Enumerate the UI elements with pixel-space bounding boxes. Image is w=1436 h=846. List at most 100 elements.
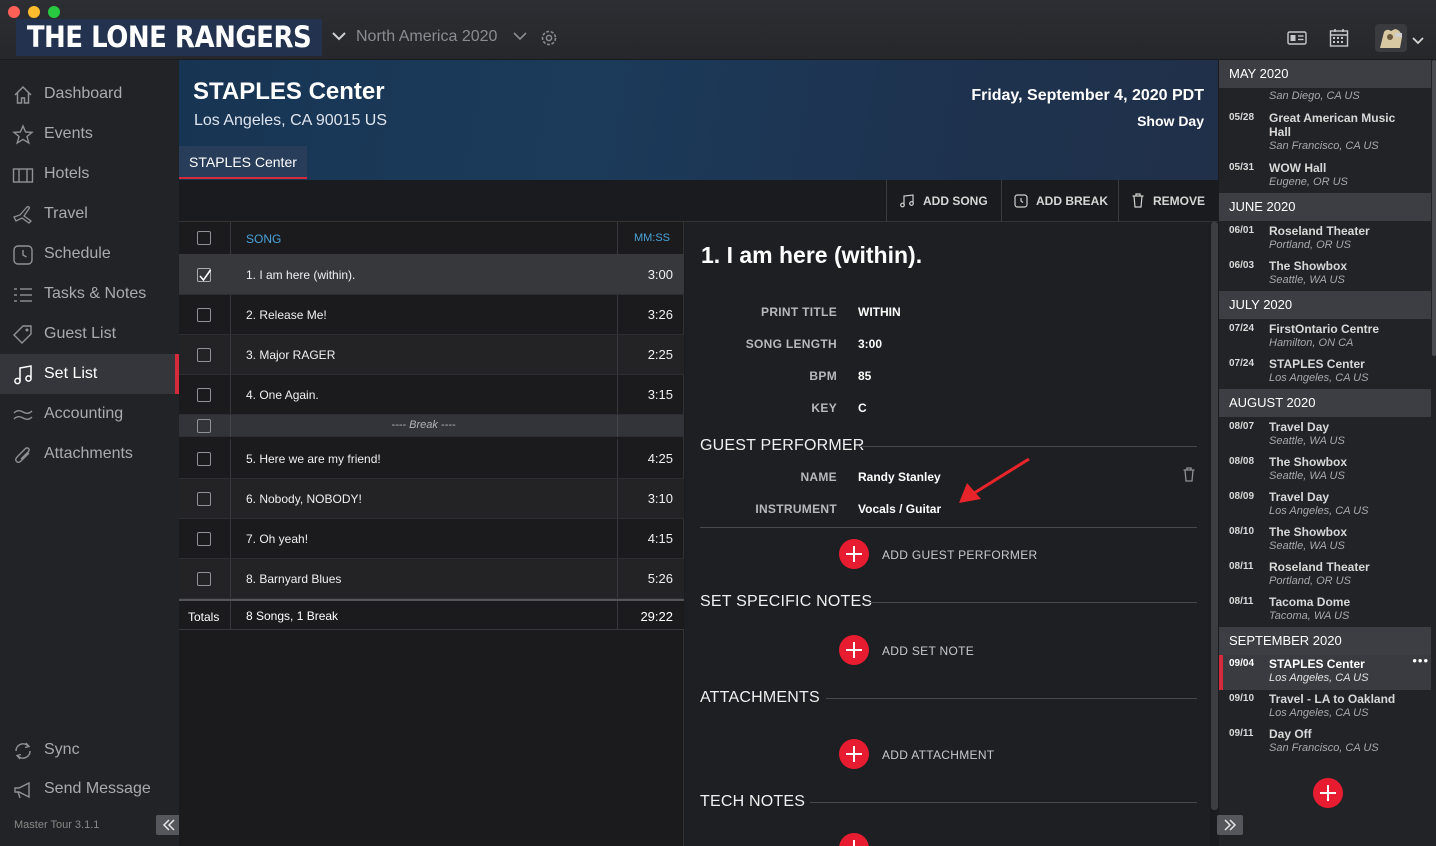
sidebar-item-accounting[interactable]: Accounting (0, 394, 179, 434)
trash-icon[interactable] (1182, 467, 1196, 482)
bpm-value[interactable]: 85 (858, 369, 871, 383)
list-item[interactable]: 05/28 Great American Music Hall San Fran… (1219, 109, 1431, 156)
sidebar-item-events[interactable]: Events (0, 114, 179, 154)
add-set-note-label[interactable]: ADD SET NOTE (882, 644, 974, 658)
sidebar-item-attachments[interactable]: Attachments (0, 434, 179, 474)
list-item[interactable]: 08/09 Travel Day Los Angeles, CA US (1219, 488, 1431, 523)
key-value[interactable]: C (858, 401, 867, 415)
row-checkbox[interactable] (197, 532, 211, 546)
table-row[interactable]: 3. Major RAGER 2:25 (179, 335, 684, 375)
sidebar-item-schedule[interactable]: Schedule (0, 234, 179, 274)
instrument-value[interactable]: Vocals / Guitar (858, 502, 941, 516)
tab-venue[interactable]: STAPLES Center (179, 146, 307, 179)
list-item[interactable]: 08/10 The Showbox Seattle, WA US (1219, 523, 1431, 558)
column-header-time[interactable]: MM:SS (634, 232, 670, 244)
minimize-window-button[interactable] (28, 6, 40, 18)
guest-name-value[interactable]: Randy Stanley (858, 470, 941, 484)
gear-icon[interactable] (539, 28, 559, 48)
tour-chevron-down-icon[interactable] (513, 31, 527, 41)
event-date: 07/24 (1229, 358, 1255, 369)
row-checkbox[interactable] (197, 388, 211, 402)
add-event-button[interactable] (1313, 778, 1343, 808)
column-divider (230, 295, 231, 334)
zoom-window-button[interactable] (48, 6, 60, 18)
add-attachment-label[interactable]: ADD ATTACHMENT (882, 748, 994, 762)
list-item[interactable]: 08/11 Roseland Theater Portland, OR US (1219, 558, 1431, 593)
add-break-button[interactable]: ADD BREAK (1001, 180, 1118, 221)
table-row[interactable]: 4. One Again. 3:15 (179, 375, 684, 415)
row-checkbox[interactable] (197, 308, 211, 322)
account-chevron-down-icon[interactable] (1412, 37, 1424, 45)
row-checkbox[interactable] (197, 348, 211, 362)
column-divider (230, 601, 231, 630)
chevron-down-icon[interactable] (332, 31, 346, 41)
select-all-checkbox[interactable] (197, 231, 211, 245)
sidebar-item-hotels[interactable]: Hotels (0, 154, 179, 194)
tour-selector[interactable]: North America 2020 (356, 28, 497, 46)
column-divider (617, 222, 618, 254)
sidebar-item-tasks-notes[interactable]: Tasks & Notes (0, 274, 179, 314)
add-song-button[interactable]: ADD SONG (886, 180, 1001, 221)
row-checkbox[interactable] (197, 419, 211, 433)
add-guest-performer-button[interactable] (839, 539, 869, 569)
event-city: Eugene, OR US (1269, 176, 1348, 188)
calendar-icon[interactable] (1329, 28, 1349, 48)
break-row[interactable]: ---- Break ---- (179, 415, 684, 437)
row-checkbox[interactable] (197, 268, 212, 282)
schedule-scrollbar[interactable] (1432, 60, 1436, 356)
detail-scrollbar[interactable] (1211, 222, 1218, 810)
add-set-note-button[interactable] (839, 635, 869, 665)
list-item[interactable]: 08/08 The Showbox Seattle, WA US (1219, 453, 1431, 488)
event-venue: The Showbox (1269, 259, 1347, 273)
send-message-button[interactable]: Send Message (0, 769, 179, 809)
sidebar-item-set-list[interactable]: Set List (0, 354, 179, 394)
list-item[interactable]: San Diego, CA US (1219, 88, 1431, 107)
remove-button[interactable]: REMOVE (1118, 180, 1218, 221)
more-options-icon[interactable]: ••• (1412, 653, 1429, 668)
sidebar-item-travel[interactable]: Travel (0, 194, 179, 234)
attachments-heading: ATTACHMENTS (700, 689, 820, 706)
add-attachment-button[interactable] (839, 739, 869, 769)
tech-notes-heading: TECH NOTES (700, 793, 806, 810)
print-title-value[interactable]: WITHIN (858, 305, 901, 319)
column-divider (617, 415, 618, 437)
row-checkbox[interactable] (197, 492, 211, 506)
list-item[interactable]: 06/03 The Showbox Seattle, WA US (1219, 257, 1431, 292)
song-length-value[interactable]: 3:00 (858, 337, 882, 351)
song-title[interactable]: 1. I am here (within). (701, 242, 922, 269)
song-length-label: SONG LENGTH (745, 337, 837, 351)
table-row[interactable]: 2. Release Me! 3:26 (179, 295, 684, 335)
list-item[interactable]: 06/01 Roseland Theater Portland, OR US (1219, 222, 1431, 257)
list-item[interactable]: 08/11 Tacoma Dome Tacoma, WA US (1219, 593, 1431, 628)
list-item[interactable]: 08/07 Travel Day Seattle, WA US (1219, 418, 1431, 453)
month-header: SEPTEMBER 2020 (1219, 627, 1431, 655)
table-row[interactable]: 6. Nobody, NOBODY! 3:10 (179, 479, 684, 519)
table-row[interactable]: 5. Here we are my friend! 4:25 (179, 439, 684, 479)
add-guest-performer-label[interactable]: ADD GUEST PERFORMER (882, 548, 1038, 562)
list-item[interactable]: 07/24 FirstOntario Centre Hamilton, ON C… (1219, 320, 1431, 355)
event-city: Seattle, WA US (1269, 274, 1345, 286)
row-checkbox[interactable] (197, 452, 211, 466)
id-card-icon[interactable] (1287, 30, 1307, 46)
add-tech-note-button[interactable] (839, 833, 869, 846)
song-time: 4:25 (647, 451, 673, 466)
column-divider (617, 519, 618, 558)
table-row[interactable]: 8. Barnyard Blues 5:26 (179, 559, 684, 599)
close-window-button[interactable] (8, 6, 20, 18)
column-header-song[interactable]: SONG (246, 232, 281, 246)
list-item[interactable]: 09/10 Travel - LA to Oakland Los Angeles… (1219, 690, 1431, 725)
event-city: Seattle, WA US (1269, 540, 1345, 552)
list-item[interactable]: 09/04 STAPLES Center Los Angeles, CA US … (1219, 653, 1431, 690)
user-avatar-icon[interactable] (1375, 24, 1407, 52)
row-checkbox[interactable] (197, 572, 211, 586)
sidebar-item-dashboard[interactable]: Dashboard (0, 74, 179, 114)
table-row[interactable]: 7. Oh yeah! 4:15 (179, 519, 684, 559)
sync-button[interactable]: Sync (0, 730, 179, 770)
list-item[interactable]: 05/31 WOW Hall Eugene, OR US (1219, 159, 1431, 194)
sidebar-item-guest-list[interactable]: Guest List (0, 314, 179, 354)
event-header: STAPLES Center Los Angeles, CA 90015 US … (179, 60, 1218, 180)
list-item[interactable]: 09/11 Day Off San Francisco, CA US (1219, 725, 1431, 760)
collapse-schedule-button[interactable] (1217, 815, 1243, 835)
list-item[interactable]: 07/24 STAPLES Center Los Angeles, CA US (1219, 355, 1431, 390)
table-row[interactable]: 1. I am here (within). 3:00 (179, 255, 684, 295)
